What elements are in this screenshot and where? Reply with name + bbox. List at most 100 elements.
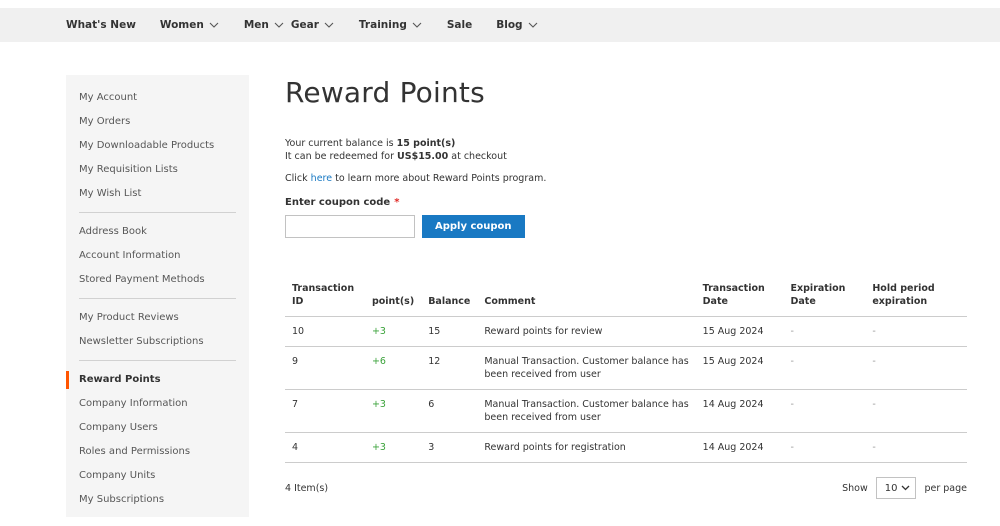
cell-expiration: - xyxy=(783,316,866,347)
cell-expiration: - xyxy=(783,389,866,433)
nav-item-what-s-new[interactable]: What's New xyxy=(66,19,136,31)
cell-expiration: - xyxy=(783,346,866,390)
balance-prefix: Your current balance is xyxy=(285,138,397,149)
sidebar-item-my-wish-list[interactable]: My Wish List xyxy=(66,182,249,206)
learn-more-text: Click here to learn more about Reward Po… xyxy=(285,172,967,185)
sidebar-item-my-orders[interactable]: My Orders xyxy=(66,110,249,134)
balance-value: 15 point(s) xyxy=(396,138,456,149)
nav-item-blog[interactable]: Blog xyxy=(496,19,538,31)
coupon-label-text: Enter coupon code xyxy=(285,197,391,208)
redeem-value: US$15.00 xyxy=(397,151,449,162)
sidebar-item-my-requisition-lists[interactable]: My Requisition Lists xyxy=(66,158,249,182)
account-sidebar: My Account My Orders My Downloadable Produ… xyxy=(66,75,249,517)
table-header-row: Transaction ID point(s) Balance Comment … xyxy=(285,282,967,317)
header-balance: Balance xyxy=(421,282,478,317)
reward-transactions-table: Transaction ID point(s) Balance Comment … xyxy=(285,282,967,463)
header-expiration-date: Expiration Date xyxy=(783,282,866,317)
table-row: 9 +6 12 Manual Transaction. Customer balanc… xyxy=(285,346,967,390)
cell-id: 10 xyxy=(285,316,365,347)
cell-points: +3 xyxy=(364,316,422,347)
table-row: 10 +3 15 Reward points for review 15 Aug 202… xyxy=(285,316,967,347)
sidebar-item-address-book[interactable]: Address Book xyxy=(66,220,249,244)
cell-points: +3 xyxy=(364,389,422,433)
top-navigation: What's New Women Men Gear Training Sale Blog xyxy=(0,8,1000,42)
nav-label: Training xyxy=(358,19,407,31)
sidebar-item-reward-points[interactable]: Reward Points xyxy=(66,368,249,392)
cell-comment: Reward points for registration xyxy=(477,432,696,463)
apply-coupon-button[interactable]: Apply coupon xyxy=(422,215,525,238)
sidebar-item-account-information[interactable]: Account Information xyxy=(66,244,249,268)
cell-hold: - xyxy=(865,432,967,463)
sidebar-item-roles-and-permissions[interactable]: Roles and Permissions xyxy=(66,440,249,464)
main-content: Reward Points Your current balance is 15… xyxy=(285,75,967,499)
table-footer: 4 Item(s) Show 10 per page xyxy=(285,477,967,499)
cell-comment: Reward points for review xyxy=(477,316,696,347)
coupon-label: Enter coupon code * xyxy=(285,197,967,208)
header-transaction-date: Transaction Date xyxy=(695,282,784,317)
cell-balance: 3 xyxy=(421,432,478,463)
coupon-row: Apply coupon xyxy=(285,215,967,238)
nav-item-gear[interactable]: Gear xyxy=(291,19,335,31)
per-page-label: per page xyxy=(924,482,967,494)
cell-hold: - xyxy=(865,316,967,347)
items-count: 4 Item(s) xyxy=(285,482,329,494)
chevron-down-icon xyxy=(324,22,334,28)
sidebar-item-company-information[interactable]: Company Information xyxy=(66,392,249,416)
header-hold-period: Hold period expiration xyxy=(865,282,967,317)
chevron-down-icon xyxy=(209,22,219,28)
cell-balance: 15 xyxy=(421,316,478,347)
nav-label: Gear xyxy=(290,19,319,31)
sidebar-item-my-downloadable-products[interactable]: My Downloadable Products xyxy=(66,134,249,158)
cell-points: +3 xyxy=(364,432,422,463)
cell-date: 15 Aug 2024 xyxy=(695,346,784,390)
header-comment: Comment xyxy=(477,282,696,317)
coupon-code-input[interactable] xyxy=(285,215,415,238)
nav-label: Sale xyxy=(446,19,473,31)
balance-info: Your current balance is 15 point(s) It c… xyxy=(285,137,967,163)
sidebar-item-newsletter-subscriptions[interactable]: Newsletter Subscriptions xyxy=(66,330,249,354)
cell-balance: 12 xyxy=(421,346,478,390)
sidebar-divider xyxy=(79,360,236,361)
nav-item-training[interactable]: Training xyxy=(359,19,423,31)
chevron-down-icon xyxy=(412,22,422,28)
cell-hold: - xyxy=(865,346,967,390)
nav-item-women[interactable]: Women xyxy=(160,19,220,31)
sidebar-item-my-subscriptions[interactable]: My Subscriptions xyxy=(66,488,249,512)
table-row: 7 +3 6 Manual Transaction. Customer balance… xyxy=(285,389,967,433)
page-title: Reward Points xyxy=(285,76,485,109)
nav-label: Blog xyxy=(496,19,523,31)
per-page-select[interactable]: 10 xyxy=(875,477,917,499)
cell-id: 4 xyxy=(285,432,365,463)
nav-label: What's New xyxy=(66,19,136,31)
sidebar-item-company-users[interactable]: Company Users xyxy=(66,416,249,440)
chevron-down-icon xyxy=(902,485,910,491)
learn-more-link[interactable]: here xyxy=(311,173,332,184)
sidebar-item-stored-payment-methods[interactable]: Stored Payment Methods xyxy=(66,268,249,292)
cell-expiration: - xyxy=(783,432,866,463)
cell-points: +6 xyxy=(364,346,422,390)
sidebar-item-my-account[interactable]: My Account xyxy=(66,86,249,110)
cell-date: 14 Aug 2024 xyxy=(695,432,784,463)
sidebar-divider xyxy=(79,298,236,299)
learn-suffix: to learn more about Reward Points progra… xyxy=(332,173,547,184)
required-marker: * xyxy=(394,197,400,208)
nav-item-sale[interactable]: Sale xyxy=(447,19,472,31)
nav-item-men[interactable]: Men xyxy=(244,19,285,31)
redeem-prefix: It can be redeemed for xyxy=(285,151,398,162)
redeem-suffix: at checkout xyxy=(448,151,507,162)
sidebar-divider xyxy=(79,212,236,213)
chevron-down-icon xyxy=(528,22,537,28)
cell-comment: Manual Transaction. Customer balance has… xyxy=(477,346,696,390)
cell-id: 7 xyxy=(285,389,365,433)
per-page-value: 10 xyxy=(884,482,898,494)
cell-date: 14 Aug 2024 xyxy=(695,389,784,433)
page-size-limiter: Show 10 per page xyxy=(842,477,967,499)
learn-prefix: Click xyxy=(285,173,311,184)
cell-balance: 6 xyxy=(421,389,478,433)
chevron-down-icon xyxy=(274,22,284,28)
sidebar-item-company-units[interactable]: Company Units xyxy=(66,464,249,488)
sidebar-item-my-product-reviews[interactable]: My Product Reviews xyxy=(66,306,249,330)
header-points: point(s) xyxy=(364,282,422,317)
cell-date: 15 Aug 2024 xyxy=(695,316,784,347)
cell-id: 9 xyxy=(285,346,365,390)
